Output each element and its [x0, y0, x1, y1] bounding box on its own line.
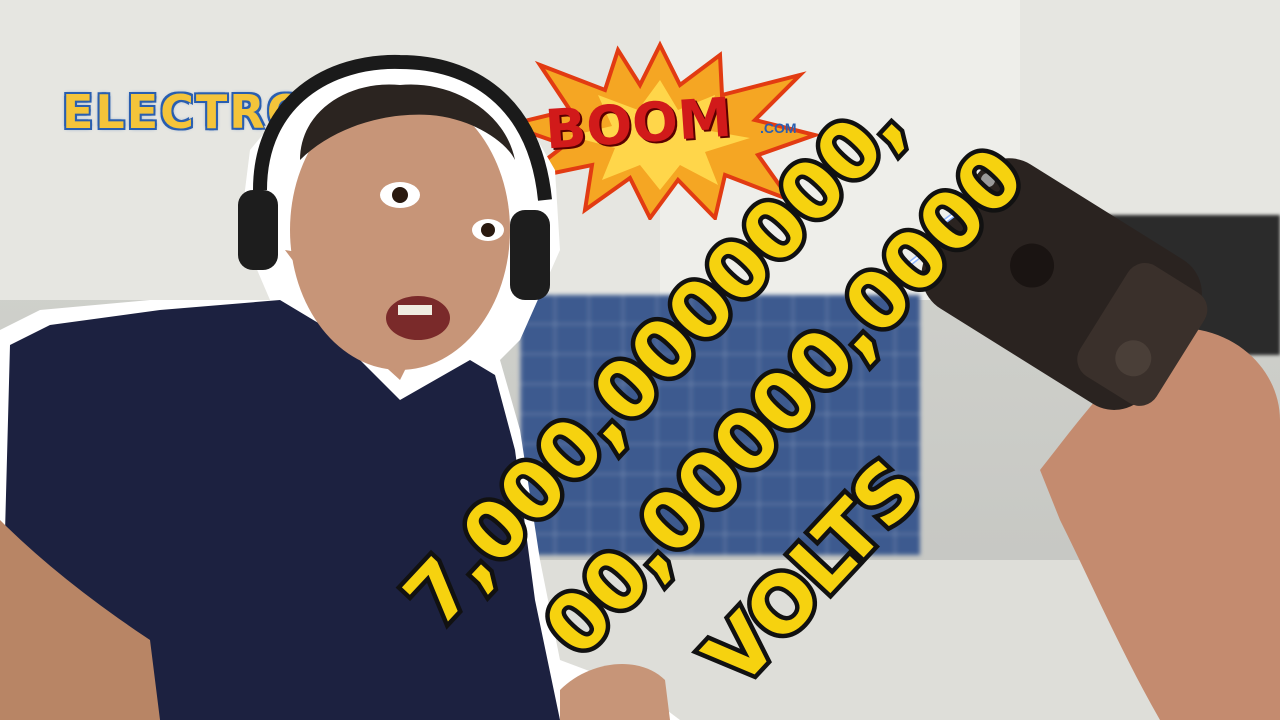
thumbnail-scene: ELECTRO BOOM .COM 7,000,0000000, 00,0000… [0, 0, 1280, 720]
volts-caption: 7,000,0000000, 00,00000,0000 VOLTS [384, 75, 1046, 707]
